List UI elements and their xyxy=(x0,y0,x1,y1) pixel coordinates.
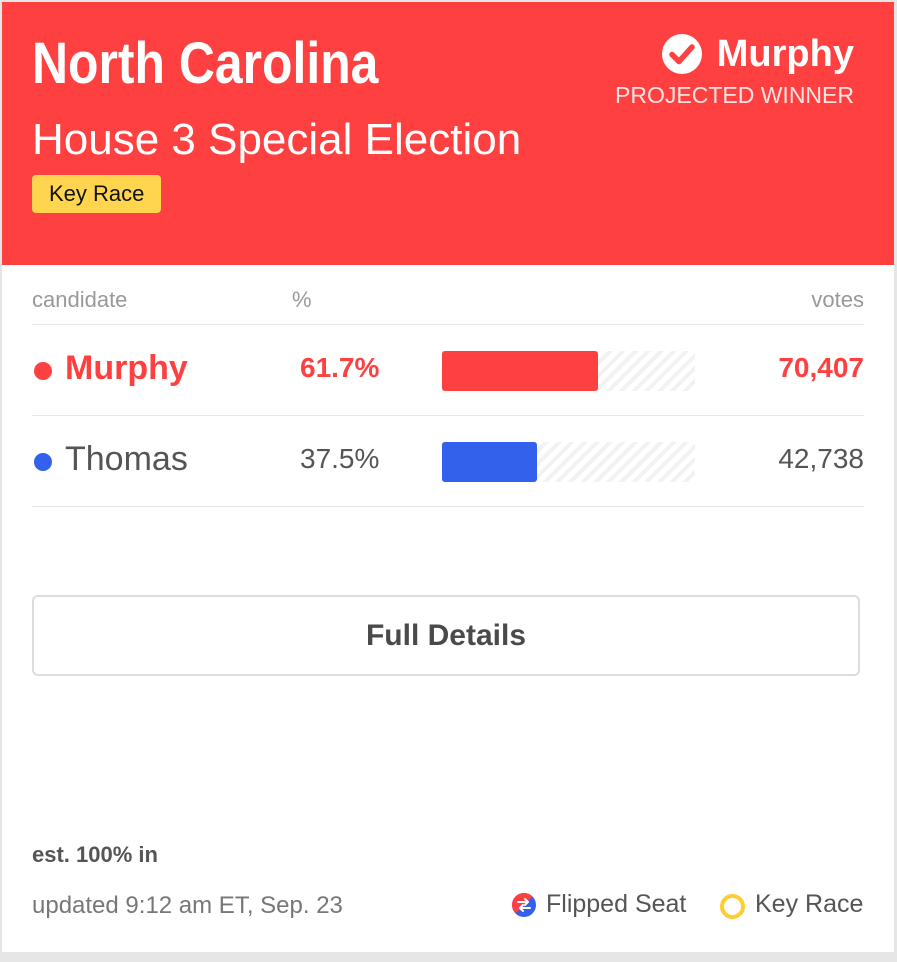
legend-key-label: Key Race xyxy=(755,890,864,918)
legend-key-race: Key Race xyxy=(720,890,863,919)
party-dot xyxy=(34,453,52,471)
winner-name: Murphy xyxy=(716,33,854,75)
race-header: North Carolina House 3 Special Election … xyxy=(2,2,894,265)
column-header-candidate: candidate xyxy=(32,287,128,312)
candidate-votes: 70,407 xyxy=(778,352,864,383)
updated-timestamp: updated 9:12 am ET, Sep. 23 xyxy=(32,892,343,919)
candidate-row-murphy: Murphy 61.7% 70,407 xyxy=(32,325,864,415)
key-race-ring-icon xyxy=(720,894,745,919)
check-circle-icon xyxy=(661,34,702,74)
key-race-badge: Key Race xyxy=(32,175,162,213)
reporting-status: est. 100% in xyxy=(32,842,158,867)
vote-bar-track xyxy=(442,351,695,391)
candidate-name: Murphy xyxy=(65,349,188,387)
projected-winner-label: PROJECTED WINNER xyxy=(615,82,854,108)
legend-flipped-seat: Flipped Seat xyxy=(512,890,686,919)
vote-bar-track xyxy=(442,442,695,482)
flipped-seat-icon xyxy=(512,892,536,917)
candidate-percent: 37.5% xyxy=(300,443,380,474)
column-header-votes: votes xyxy=(811,287,864,312)
candidate-row-thomas: Thomas 37.5% 42,738 xyxy=(32,416,864,506)
divider xyxy=(32,506,864,507)
vote-bar xyxy=(442,442,537,482)
legend-flipped-label: Flipped Seat xyxy=(546,890,687,918)
race-title: House 3 Special Election xyxy=(32,115,522,164)
party-dot xyxy=(34,362,52,380)
candidate-votes: 42,738 xyxy=(778,443,864,474)
full-details-button[interactable]: Full Details xyxy=(32,595,860,676)
vote-bar xyxy=(442,351,598,391)
candidate-name: Thomas xyxy=(65,440,188,478)
race-card: North Carolina House 3 Special Election … xyxy=(2,2,894,952)
column-header-percent: % xyxy=(292,287,312,312)
state-name: North Carolina xyxy=(32,31,379,96)
projected-winner: Murphy PROJECTED WINNER xyxy=(615,32,854,109)
candidate-percent: 61.7% xyxy=(300,352,380,383)
